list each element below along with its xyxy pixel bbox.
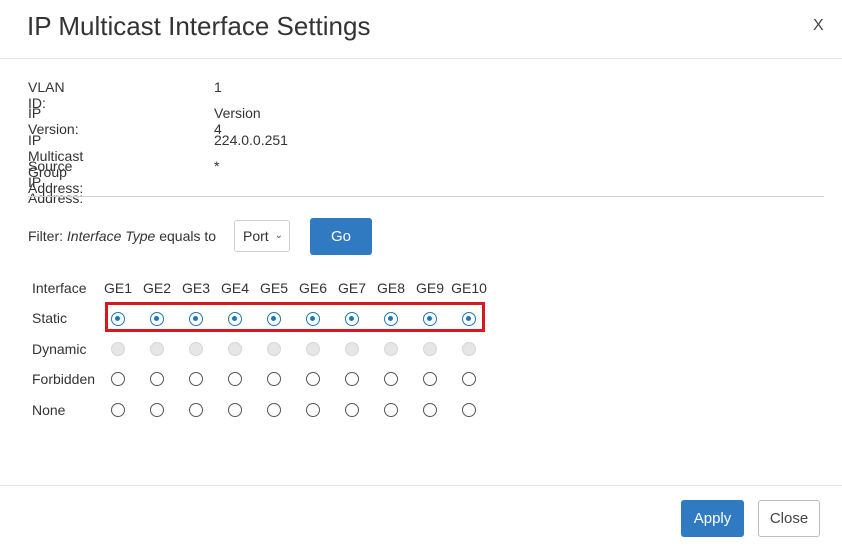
chevron-down-icon: ⌄ — [274, 230, 283, 241]
close-icon[interactable]: X — [813, 17, 824, 35]
column-header-ge9: GE9 — [415, 280, 444, 296]
column-header-ge2: GE2 — [142, 280, 171, 296]
radio-forbidden-ge6[interactable] — [306, 372, 320, 386]
filter-prefix: Filter: — [28, 228, 63, 244]
radio-forbidden-ge10[interactable] — [462, 372, 476, 386]
header-divider — [0, 58, 842, 59]
filter-field: Interface Type — [66, 228, 156, 244]
radio-dynamic-ge3 — [189, 342, 203, 356]
footer-divider — [0, 485, 842, 486]
radio-none-ge6[interactable] — [306, 403, 320, 417]
radio-none-ge10[interactable] — [462, 403, 476, 417]
go-button[interactable]: Go — [310, 218, 372, 255]
column-header-ge7: GE7 — [337, 280, 366, 296]
interface-header-label: Interface — [32, 280, 87, 296]
radio-dynamic-ge4 — [228, 342, 242, 356]
radio-none-ge8[interactable] — [384, 403, 398, 417]
radio-forbidden-ge2[interactable] — [150, 372, 164, 386]
radio-forbidden-ge9[interactable] — [423, 372, 437, 386]
radio-dynamic-ge10 — [462, 342, 476, 356]
radio-forbidden-ge3[interactable] — [189, 372, 203, 386]
radio-forbidden-ge4[interactable] — [228, 372, 242, 386]
row-label-dynamic: Dynamic — [32, 341, 87, 357]
radio-forbidden-ge5[interactable] — [267, 372, 281, 386]
radio-none-ge1[interactable] — [111, 403, 125, 417]
row-label-none: None — [32, 402, 66, 418]
section-divider — [28, 196, 824, 197]
column-header-ge4: GE4 — [220, 280, 249, 296]
column-header-ge3: GE3 — [181, 280, 210, 296]
column-header-ge6: GE6 — [298, 280, 327, 296]
radio-dynamic-ge7 — [345, 342, 359, 356]
static-row-highlight — [105, 302, 485, 332]
apply-button[interactable]: Apply — [681, 500, 744, 537]
filter-operator: equals to — [159, 228, 217, 244]
radio-none-ge7[interactable] — [345, 403, 359, 417]
column-header-ge5: GE5 — [259, 280, 288, 296]
close-button[interactable]: Close — [758, 500, 820, 537]
row-label-static: Static — [32, 310, 68, 326]
info-label: Source IP Address: — [28, 158, 84, 206]
radio-forbidden-ge7[interactable] — [345, 372, 359, 386]
radio-dynamic-ge8 — [384, 342, 398, 356]
info-value: 1 — [214, 79, 222, 95]
filter-label: Filter: Interface Type equals to — [28, 228, 216, 244]
row-label-forbidden: Forbidden — [32, 371, 96, 387]
info-value: * — [214, 158, 220, 174]
interface-type-select[interactable]: Port ⌄ — [234, 220, 290, 252]
radio-none-ge9[interactable] — [423, 403, 437, 417]
dialog-title: IP Multicast Interface Settings — [27, 11, 371, 41]
column-header-ge8: GE8 — [376, 280, 405, 296]
radio-dynamic-ge6 — [306, 342, 320, 356]
column-header-ge1: GE1 — [103, 280, 132, 296]
radio-forbidden-ge8[interactable] — [384, 372, 398, 386]
radio-none-ge3[interactable] — [189, 403, 203, 417]
column-header-ge10: GE10 — [451, 280, 487, 296]
radio-dynamic-ge1 — [111, 342, 125, 356]
radio-none-ge5[interactable] — [267, 403, 281, 417]
radio-none-ge4[interactable] — [228, 403, 242, 417]
radio-dynamic-ge9 — [423, 342, 437, 356]
info-value: 224.0.0.251 — [214, 132, 288, 148]
radio-none-ge2[interactable] — [150, 403, 164, 417]
radio-forbidden-ge1[interactable] — [111, 372, 125, 386]
select-value: Port — [243, 228, 269, 244]
radio-dynamic-ge2 — [150, 342, 164, 356]
radio-dynamic-ge5 — [267, 342, 281, 356]
